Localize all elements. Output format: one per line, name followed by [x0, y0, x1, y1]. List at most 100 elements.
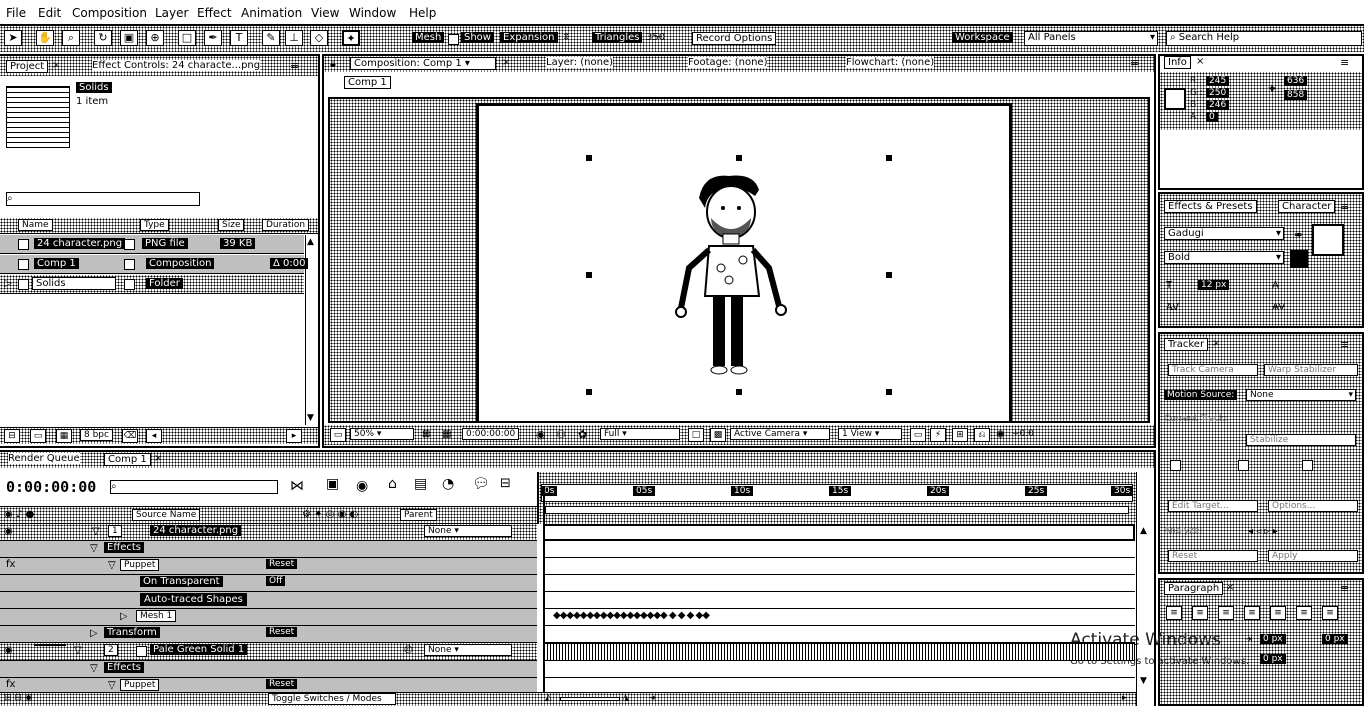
- project-scrollbar[interactable]: ▲ ▼: [305, 235, 318, 425]
- current-timecode[interactable]: 0:00:00:00: [6, 478, 96, 496]
- project-row-selected[interactable]: ▷ Solids Folder: [0, 275, 304, 294]
- panel-menu-icon[interactable]: ≡: [1130, 56, 1139, 69]
- camera-select[interactable]: Active Camera ▾: [730, 428, 830, 440]
- layer-duration-bar[interactable]: [543, 643, 1135, 661]
- exposure-icon[interactable]: ✺: [996, 428, 1005, 441]
- justify-right-icon[interactable]: ≡: [1296, 606, 1312, 620]
- zoom-slider[interactable]: [560, 697, 620, 701]
- track-type-select[interactable]: Stabilize: [1246, 434, 1356, 446]
- tab-paragraph[interactable]: Paragraph: [1164, 582, 1224, 595]
- shy-icon[interactable]: ⌂: [388, 476, 397, 492]
- transform-handle[interactable]: [886, 155, 892, 161]
- apply-button[interactable]: Apply: [1268, 550, 1358, 562]
- project-row[interactable]: 24 character.png PNG file 39 KB: [0, 235, 304, 254]
- keyframes[interactable]: ◆◆◆◆◆◆◆◆◆◆◆◆◆◆◆◆◆ ◆ ◆ ◆ ◆◆: [553, 610, 710, 621]
- zoom-tool-icon[interactable]: ⌕: [62, 30, 80, 46]
- track-camera-button[interactable]: Track Camera: [1168, 364, 1258, 376]
- transform-handle[interactable]: [586, 272, 592, 278]
- frame-blending-icon[interactable]: ▤: [414, 476, 427, 492]
- timeline-scrollbar[interactable]: ▲ ▼: [1136, 472, 1154, 706]
- indent-right-value[interactable]: 0 px: [1322, 634, 1348, 644]
- scroll-down-icon[interactable]: ▼: [307, 413, 314, 423]
- camera-tool-icon[interactable]: ▣: [120, 30, 138, 46]
- align-right-icon[interactable]: ≡: [1218, 606, 1234, 620]
- panel-menu-icon[interactable]: ≡: [1340, 338, 1349, 351]
- disclosure-arrow-icon[interactable]: ▷: [4, 278, 12, 289]
- property-value[interactable]: Reset: [266, 627, 298, 637]
- timeline-property-row[interactable]: Auto-traced Shapes: [0, 592, 537, 609]
- triangles-value[interactable]: 350: [646, 32, 665, 43]
- transform-handle[interactable]: [886, 389, 892, 395]
- disclosure-arrow-icon[interactable]: ▽: [74, 645, 82, 656]
- menu-animation[interactable]: Animation: [241, 6, 302, 20]
- col-parent[interactable]: Parent: [400, 509, 437, 521]
- visibility-icon[interactable]: ◉: [4, 645, 13, 656]
- justify-center-icon[interactable]: ≡: [1270, 606, 1286, 620]
- menu-window[interactable]: Window: [349, 6, 396, 20]
- eraser-tool-icon[interactable]: ◇: [310, 30, 328, 46]
- always-preview-icon[interactable]: ▭: [330, 428, 346, 442]
- disclosure-arrow-icon[interactable]: ▽: [108, 680, 116, 691]
- scroll-up-icon[interactable]: ▲: [307, 237, 314, 247]
- disclosure-arrow-icon[interactable]: ▽: [92, 526, 100, 537]
- color-channel-icon[interactable]: ✿: [578, 428, 587, 441]
- options-button[interactable]: Options...: [1268, 500, 1358, 512]
- pickwhip-icon[interactable]: ◎: [404, 644, 413, 655]
- col-duration[interactable]: Duration: [262, 219, 310, 231]
- close-icon[interactable]: ×: [154, 453, 162, 464]
- record-options-button[interactable]: Record Options: [692, 32, 777, 45]
- disclosure-arrow-icon[interactable]: ▽: [90, 543, 98, 554]
- menu-composition[interactable]: Composition: [72, 6, 147, 20]
- project-row[interactable]: Comp 1 Composition Δ 0:00: [0, 255, 309, 274]
- panel-menu-icon[interactable]: ≡: [1340, 56, 1349, 69]
- tab-flowchart[interactable]: Flowchart: (none): [846, 57, 935, 68]
- close-icon[interactable]: ×: [1196, 56, 1204, 67]
- transform-handle[interactable]: [736, 155, 742, 161]
- menu-effect[interactable]: Effect: [197, 6, 232, 20]
- flowchart-icon[interactable]: ⎌: [974, 428, 990, 442]
- view-layout-select[interactable]: 1 View ▾: [838, 428, 902, 440]
- layer-name[interactable]: Pale Green Solid 1: [150, 644, 248, 655]
- playhead[interactable]: [543, 486, 545, 692]
- align-center-icon[interactable]: ≡: [1192, 606, 1208, 620]
- new-composition-icon[interactable]: ▦: [56, 429, 72, 443]
- comp-mini-flowchart-icon[interactable]: ⋈: [290, 478, 304, 494]
- rotation-checkbox[interactable]: [1238, 460, 1249, 471]
- layer-name[interactable]: 24 character.png: [150, 525, 242, 536]
- timeline-search-input[interactable]: ⌕: [110, 480, 278, 494]
- timeline-property-row[interactable]: ▽ Effects: [0, 661, 537, 678]
- lock-icon[interactable]: 🔒︎: [330, 57, 336, 71]
- timeline-property-row[interactable]: ▽ Effects: [0, 541, 537, 558]
- show-checkbox[interactable]: [448, 34, 459, 45]
- transform-handle[interactable]: [586, 155, 592, 161]
- search-help-input[interactable]: ⌕ Search Help: [1166, 31, 1362, 46]
- property-value[interactable]: Off: [266, 576, 286, 586]
- scroll-right-icon[interactable]: ▸: [1122, 693, 1127, 703]
- tab-effects-presets[interactable]: Effects & Presets: [1164, 200, 1257, 213]
- brush-tool-icon[interactable]: ✎: [262, 30, 280, 46]
- time-ruler[interactable]: 0s 05s 10s 15s 20s 25s 30s: [537, 472, 1136, 524]
- warp-stabilizer-button[interactable]: Warp Stabilizer: [1264, 364, 1358, 376]
- disclosure-arrow-icon[interactable]: ▽: [108, 560, 116, 571]
- fx-icon[interactable]: fx: [6, 559, 15, 570]
- eyedropper-icon[interactable]: ✒: [1294, 228, 1304, 242]
- transform-handle[interactable]: [586, 389, 592, 395]
- font-family-select[interactable]: Gadugi ▾: [1164, 227, 1284, 240]
- panel-menu-icon[interactable]: ≡: [1340, 200, 1349, 213]
- motion-source-select[interactable]: None ▾: [1246, 389, 1356, 401]
- comp-canvas[interactable]: [476, 103, 1012, 421]
- property-value[interactable]: Reset: [266, 559, 298, 569]
- interpret-footage-icon[interactable]: ⊟: [4, 429, 20, 443]
- tab-render-queue[interactable]: Render Queue: [8, 453, 80, 464]
- close-icon[interactable]: ×: [502, 57, 510, 68]
- timeline-layer-row[interactable]: ◉ ▽ 1 24 character.png None ▾: [0, 524, 537, 541]
- scroll-down-icon[interactable]: ▼: [1140, 676, 1147, 686]
- transform-handle[interactable]: [736, 389, 742, 395]
- parent-select[interactable]: None ▾: [424, 525, 512, 537]
- snapshot-icon[interactable]: ◉: [536, 428, 546, 441]
- tab-composition[interactable]: Composition: Comp 1 ▾: [350, 57, 496, 70]
- tab-layer[interactable]: Layer: (none): [546, 57, 614, 68]
- disclosure-arrow-icon[interactable]: ▷: [90, 628, 98, 639]
- graph-editor-icon[interactable]: ◔: [442, 476, 454, 492]
- tab-comp-1[interactable]: Comp 1: [104, 453, 151, 466]
